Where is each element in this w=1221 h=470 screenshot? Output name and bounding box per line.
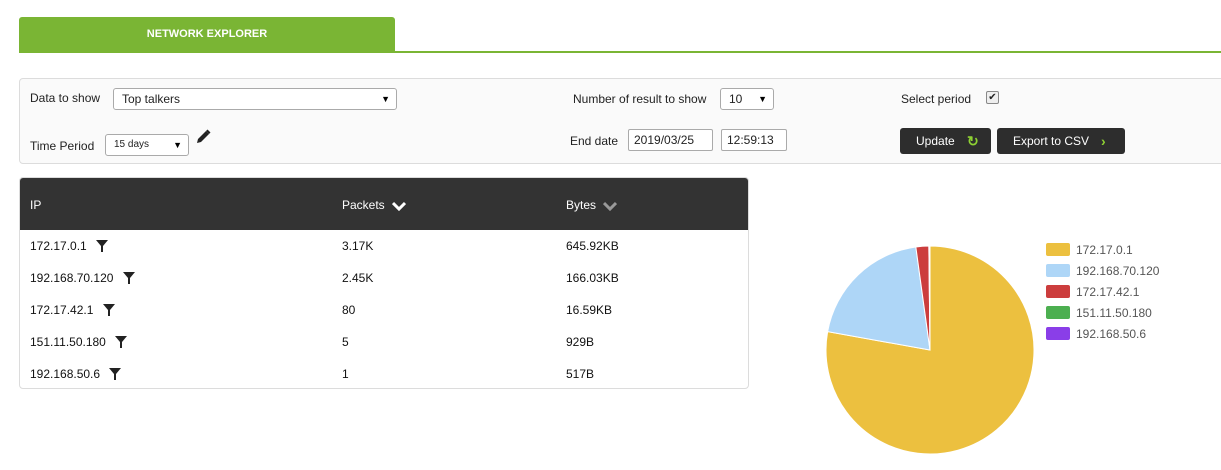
packets-cell: 5 — [342, 335, 349, 349]
filter-funnel-icon[interactable] — [96, 240, 109, 255]
column-header-packets[interactable]: Packets — [342, 198, 407, 212]
packets-cell: 80 — [342, 303, 356, 317]
bytes-cell: 929B — [566, 335, 595, 349]
table-row[interactable]: 192.168.50.6 1 517B — [20, 358, 748, 388]
chevron-right-icon: › — [1101, 133, 1106, 149]
data-to-show-value: Top talkers — [122, 92, 181, 106]
filter-funnel-icon[interactable] — [102, 304, 115, 319]
packets-cell: 1 — [342, 367, 349, 381]
legend-label: 172.17.42.1 — [1076, 285, 1140, 299]
legend-swatch — [1046, 327, 1070, 340]
legend-swatch — [1046, 306, 1070, 319]
ip-cell: 172.17.0.1 — [30, 239, 109, 255]
filter-funnel-icon[interactable] — [122, 272, 135, 287]
sort-chevron-down-icon — [388, 198, 407, 212]
ip-cell: 172.17.42.1 — [30, 303, 115, 319]
legend-label: 192.168.50.6 — [1076, 327, 1147, 341]
legend-swatch — [1046, 243, 1070, 256]
number-results-label: Number of result to show — [573, 92, 707, 106]
bytes-cell: 645.92KB — [566, 239, 619, 253]
ip-cell: 192.168.70.120 — [30, 271, 135, 287]
legend-label: 172.17.0.1 — [1076, 243, 1133, 257]
data-to-show-label: Data to show — [30, 91, 101, 105]
ip-value: 151.11.50.180 — [30, 335, 106, 349]
ip-value: 192.168.50.6 — [30, 367, 101, 381]
legend-swatch — [1046, 285, 1070, 298]
time-period-label: Time Period — [30, 139, 95, 153]
export-csv-button-label: Export to CSV — [1013, 134, 1090, 148]
pie-slice-192-168-70-120[interactable] — [827, 246, 931, 351]
results-table: IP Packets Bytes 172.17.0.1 3.17K 645.92… — [19, 177, 749, 389]
time-period-select[interactable]: 15 days ▼ — [105, 134, 189, 156]
table-row[interactable]: 151.11.50.180 5 929B — [20, 326, 748, 358]
ip-value: 172.17.42.1 — [30, 303, 94, 317]
end-date-input[interactable]: 2019/03/25 — [628, 129, 713, 151]
update-button[interactable]: Update ↻ — [900, 128, 991, 154]
dropdown-arrow-icon: ▼ — [381, 94, 390, 104]
table-row[interactable]: 192.168.70.120 2.45K 166.03KB — [20, 262, 748, 294]
packets-cell: 2.45K — [342, 271, 374, 285]
tab-network-explorer[interactable]: NETWORK EXPLORER — [19, 17, 395, 53]
data-to-show-select[interactable]: Top talkers ▼ — [113, 88, 397, 110]
export-csv-button[interactable]: Export to CSV › — [997, 128, 1125, 154]
ip-cell: 151.11.50.180 — [30, 335, 128, 351]
legend-label: 192.168.70.120 — [1076, 264, 1160, 278]
ip-cell: 192.168.50.6 — [30, 367, 122, 383]
column-header-bytes[interactable]: Bytes — [566, 198, 618, 212]
column-header-ip[interactable]: IP — [30, 198, 41, 212]
table-header: IP Packets Bytes — [20, 178, 748, 230]
time-period-value: 15 days — [114, 139, 150, 150]
pie-chart — [825, 245, 1035, 455]
legend-label: 151.11.50.180 — [1076, 306, 1152, 320]
table-row[interactable]: 172.17.42.1 80 16.59KB — [20, 294, 748, 326]
refresh-icon: ↻ — [967, 133, 979, 149]
select-period-checkbox[interactable]: ✔ — [986, 91, 999, 104]
number-results-select[interactable]: 10 ▼ — [720, 88, 774, 110]
select-period-label: Select period — [901, 92, 972, 106]
bytes-cell: 517B — [566, 367, 595, 381]
column-header-bytes-label: Bytes — [566, 198, 597, 212]
dropdown-arrow-icon: ▼ — [758, 94, 767, 104]
filter-funnel-icon[interactable] — [109, 368, 122, 383]
pencil-icon[interactable] — [194, 128, 212, 149]
table-row[interactable]: 172.17.0.1 3.17K 645.92KB — [20, 230, 748, 262]
filter-funnel-icon[interactable] — [115, 336, 128, 351]
legend-swatch — [1046, 264, 1070, 277]
bytes-cell: 166.03KB — [566, 271, 619, 285]
ip-value: 172.17.0.1 — [30, 239, 87, 253]
dropdown-arrow-icon: ▼ — [173, 140, 182, 150]
update-button-label: Update — [916, 134, 955, 148]
bytes-cell: 16.59KB — [566, 303, 613, 317]
end-date-label: End date — [570, 134, 619, 148]
sort-chevron-down-icon — [599, 198, 618, 212]
ip-value: 192.168.70.120 — [30, 271, 114, 285]
number-results-value: 10 — [729, 92, 743, 106]
column-header-packets-label: Packets — [342, 198, 385, 212]
packets-cell: 3.17K — [342, 239, 374, 253]
end-time-input[interactable]: 12:59:13 — [721, 129, 787, 151]
